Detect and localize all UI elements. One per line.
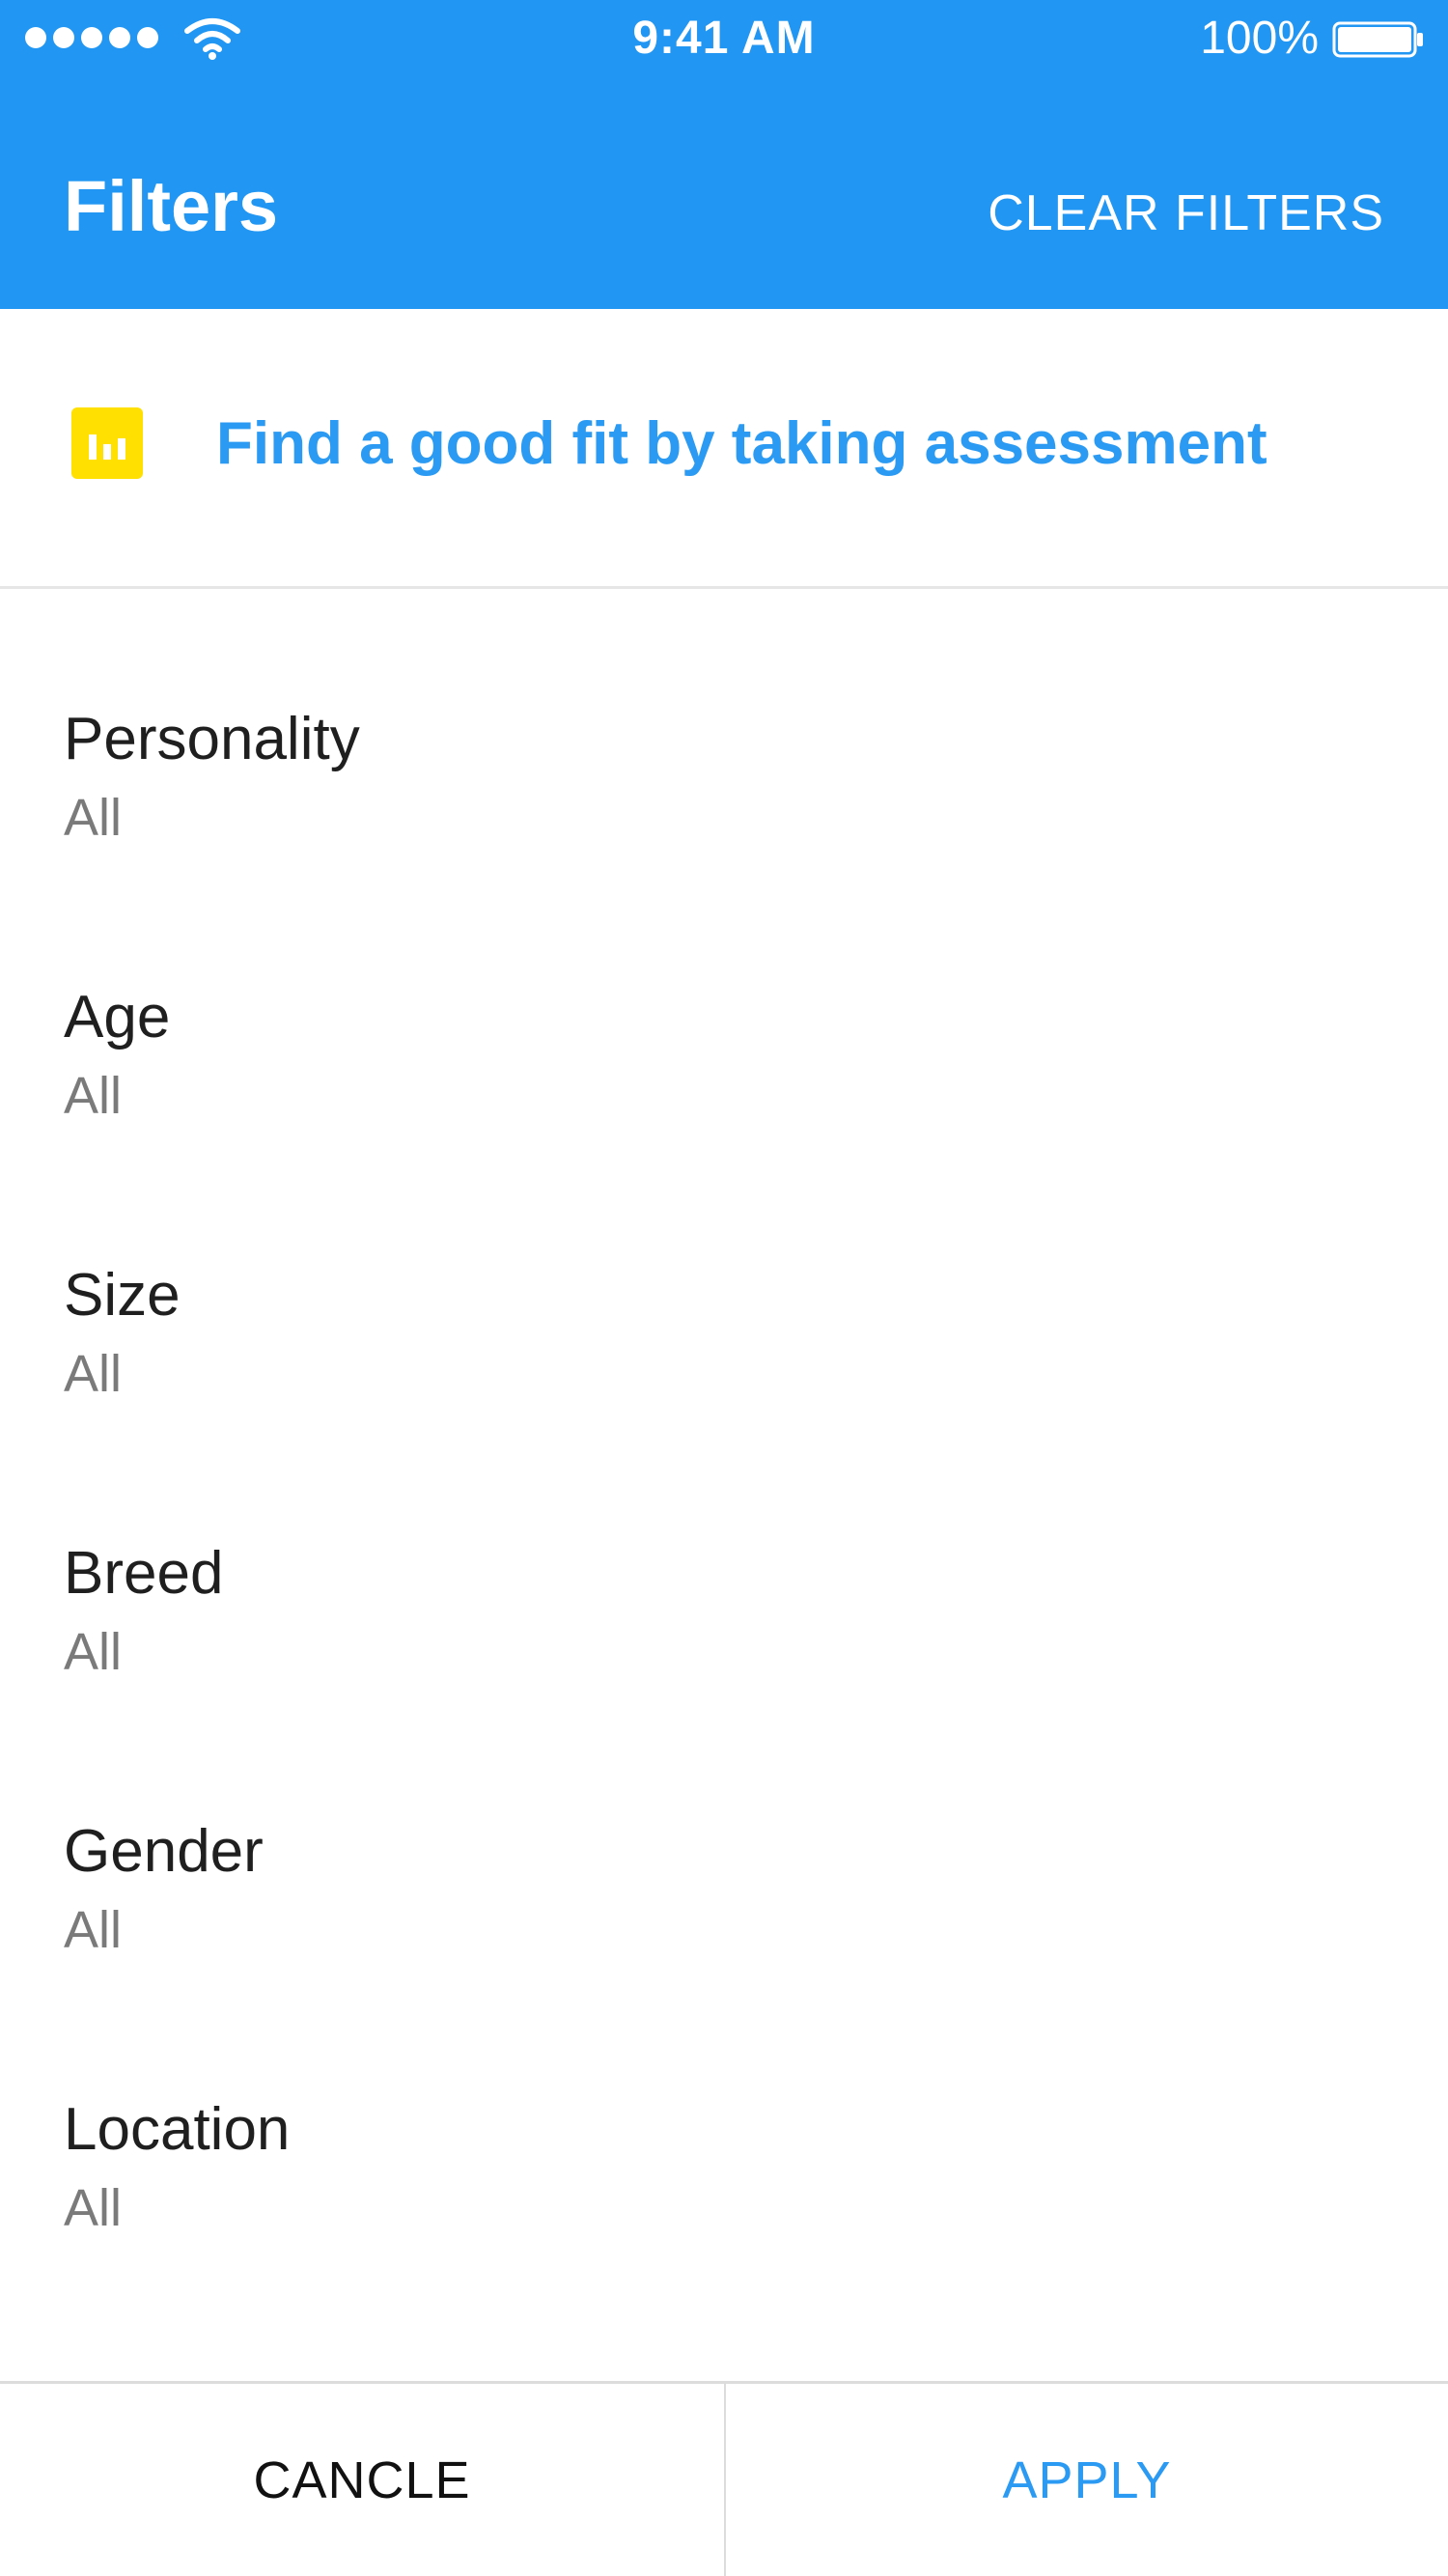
- filter-personality[interactable]: Personality All: [0, 641, 1448, 919]
- page-title: Filters: [64, 166, 279, 246]
- filter-size[interactable]: Size All: [0, 1197, 1448, 1475]
- apply-button[interactable]: APPLY: [725, 2384, 1448, 2576]
- filter-label: Age: [64, 984, 171, 1050]
- filter-value: All: [64, 1623, 123, 1681]
- filter-label: Size: [64, 1262, 181, 1329]
- filter-value: All: [64, 1901, 123, 1959]
- filter-value: All: [64, 1345, 123, 1403]
- status-bar: 9:41 AM 100%: [0, 0, 1448, 77]
- filters-screen: 9:41 AM 100% Filters CLEAR FILTERS Find …: [0, 0, 1448, 2576]
- filter-location[interactable]: Location All: [0, 2031, 1448, 2310]
- filter-label: Breed: [64, 1540, 224, 1607]
- clear-filters-button[interactable]: CLEAR FILTERS: [988, 180, 1384, 247]
- action-bar: CANCLE APPLY: [0, 2381, 1448, 2576]
- filter-value: All: [64, 2179, 123, 2237]
- cancel-button[interactable]: CANCLE: [0, 2384, 724, 2576]
- filter-label: Location: [64, 2096, 291, 2163]
- battery-icon: [1332, 21, 1423, 58]
- filter-breed[interactable]: Breed All: [0, 1475, 1448, 1753]
- filter-value: All: [64, 1067, 123, 1125]
- app-header: 9:41 AM 100% Filters CLEAR FILTERS: [0, 0, 1448, 309]
- filter-value: All: [64, 789, 123, 847]
- assessment-label: Find a good fit by taking assessment: [216, 410, 1267, 477]
- filter-age[interactable]: Age All: [0, 919, 1448, 1197]
- assessment-link[interactable]: Find a good fit by taking assessment: [0, 309, 1448, 589]
- filter-label: Personality: [64, 706, 360, 772]
- battery-percent: 100%: [1200, 13, 1319, 64]
- filter-label: Gender: [64, 1818, 264, 1885]
- filter-gender[interactable]: Gender All: [0, 1753, 1448, 2031]
- bar-chart-icon: [71, 407, 143, 479]
